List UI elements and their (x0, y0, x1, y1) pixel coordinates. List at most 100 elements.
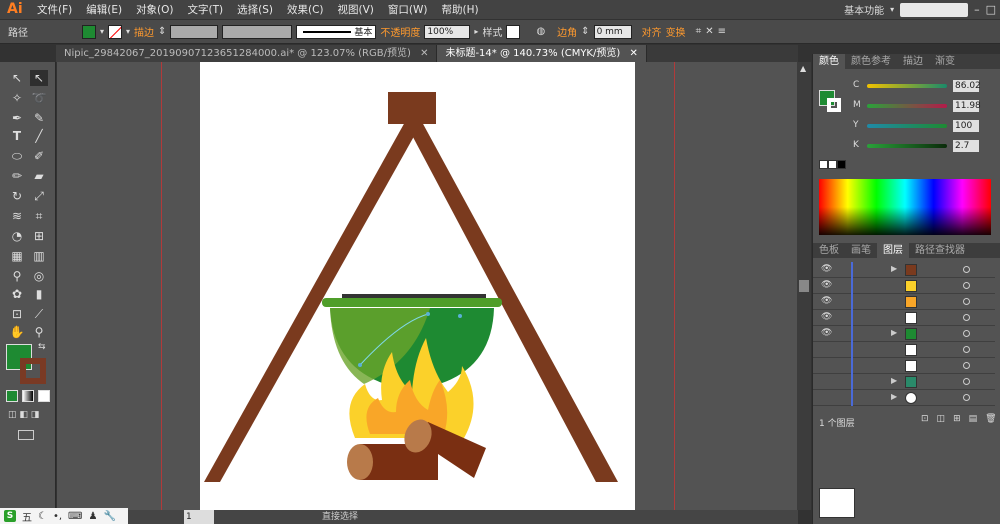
keyboard-icon[interactable]: ⌨ (68, 511, 82, 522)
ellipse-tool-icon[interactable]: ⬭ (8, 148, 26, 164)
new-layer-icon[interactable]: ▤ (969, 414, 978, 424)
menu-select[interactable]: 选择(S) (230, 2, 280, 17)
recolor-icon[interactable]: ◍ (536, 26, 545, 37)
workspace-switcher[interactable]: 基本功能 (844, 2, 884, 17)
menu-help[interactable]: 帮助(H) (435, 2, 486, 17)
panel-menu-icon[interactable]: ≡ (718, 26, 726, 37)
width-tool-icon[interactable]: ≋ (8, 208, 26, 224)
direct-selection-tool-icon[interactable]: ↖ (30, 70, 48, 86)
selection-tool-icon[interactable]: ↖ (8, 70, 26, 86)
skin-icon[interactable]: ♟ (88, 511, 97, 522)
menu-type[interactable]: 文字(T) (181, 2, 231, 17)
layer-row[interactable]: 👁 ▶ (813, 262, 995, 278)
menu-file[interactable]: 文件(F) (30, 2, 79, 17)
corner-stepper[interactable]: ⇕ (581, 26, 589, 37)
layer-row[interactable] (813, 358, 995, 374)
expand-icon[interactable]: ▶ (891, 376, 897, 385)
line-tool-icon[interactable]: ╱ (30, 128, 48, 144)
tab-swatches[interactable]: 色板 (813, 243, 845, 258)
tab-layers[interactable]: 图层 (877, 243, 909, 258)
paintbrush-tool-icon[interactable]: ✐ (30, 148, 48, 164)
symbol-sprayer-tool-icon[interactable]: ✿ (8, 286, 26, 302)
tab-pathfinder[interactable]: 路径查找器 (909, 243, 971, 258)
delete-icon[interactable]: 🗑 (985, 414, 996, 424)
yellow-value[interactable]: 100 (953, 120, 979, 132)
perspective-grid-tool-icon[interactable]: ⊞ (30, 228, 48, 244)
corner-radius-field[interactable]: 0 mm (593, 24, 632, 39)
color-spectrum[interactable] (819, 179, 991, 235)
panel-stroke-swatch[interactable] (827, 98, 841, 112)
menu-view[interactable]: 视图(V) (331, 2, 381, 17)
scroll-up-icon[interactable]: ▲ (800, 64, 806, 73)
lasso-tool-icon[interactable]: ➰ (30, 90, 48, 106)
expand-icon[interactable]: ▶ (891, 392, 897, 401)
stroke-label[interactable]: 描边 (134, 24, 154, 39)
fill-dropdown-icon[interactable]: ▾ (100, 27, 104, 36)
menu-window[interactable]: 窗口(W) (381, 2, 435, 17)
shape-builder-tool-icon[interactable]: ◔ (8, 228, 26, 244)
eyedropper-tool-icon[interactable]: ⚲ (8, 268, 26, 284)
expand-icon[interactable]: ▶ (891, 264, 897, 273)
stroke-weight-stepper[interactable]: ⇕ (158, 26, 166, 37)
layer-row[interactable]: 👁 (813, 278, 995, 294)
transform-link[interactable]: 变换 (666, 24, 686, 39)
close-x-icon[interactable]: ✕ (705, 26, 713, 37)
swap-fill-stroke-icon[interactable]: ⇆ (38, 342, 46, 352)
eraser-tool-icon[interactable]: ▰ (30, 168, 48, 184)
layer-row[interactable]: 👁 (813, 310, 995, 326)
column-graph-tool-icon[interactable]: ▮ (30, 286, 48, 302)
stroke-swatch[interactable] (108, 24, 123, 39)
screen-mode-icon[interactable] (18, 430, 34, 440)
layer-row[interactable]: ▶ (813, 390, 995, 406)
scroll-thumb[interactable] (799, 280, 809, 292)
hand-tool-icon[interactable]: ✋ (8, 324, 26, 340)
chevron-down-icon[interactable]: ▾ (890, 5, 894, 14)
menu-effect[interactable]: 效果(C) (280, 2, 331, 17)
free-transform-tool-icon[interactable]: ⌗ (30, 208, 48, 224)
slider-magenta[interactable]: M 11.98 (853, 100, 998, 114)
vertical-scrollbar[interactable]: ▲ (797, 62, 811, 510)
graphic-style-swatch[interactable] (506, 24, 521, 39)
eye-icon[interactable]: 👁 (821, 264, 832, 274)
eye-icon[interactable]: 👁 (821, 280, 832, 290)
close-icon[interactable]: ✕ (629, 48, 637, 59)
wrench-icon[interactable]: 🔧 (103, 511, 115, 522)
black-value[interactable]: 2.7 (953, 140, 979, 152)
opacity-field[interactable]: 100% (424, 24, 471, 39)
transparency-panel-preview[interactable] (819, 488, 855, 518)
moon-icon[interactable]: ☾ (38, 511, 47, 522)
align-link[interactable]: 对齐 (642, 24, 662, 39)
slider-black[interactable]: K 2.7 (853, 140, 998, 154)
color-mode-icon[interactable] (6, 390, 18, 402)
eye-icon[interactable]: 👁 (821, 296, 832, 306)
doc-tab-nipic[interactable]: Nipic_29842067_20190907123651284000.ai* … (56, 45, 438, 62)
menu-edit[interactable]: 编辑(E) (79, 2, 129, 17)
cyan-value[interactable]: 86.02 (953, 80, 981, 92)
rotate-tool-icon[interactable]: ↻ (8, 188, 26, 204)
artboard[interactable] (200, 62, 635, 510)
opacity-arrow-icon[interactable]: ▸ (474, 27, 478, 36)
maximize-icon[interactable]: □ (986, 3, 996, 16)
artboard-tool-icon[interactable]: ⊡ (8, 306, 26, 322)
tab-stroke[interactable]: 描边 (897, 54, 929, 69)
none-white-black-swatches[interactable] (819, 160, 846, 169)
pencil-tool-icon[interactable]: ✏ (8, 168, 26, 184)
search-input[interactable] (900, 2, 969, 17)
layer-row[interactable]: ▶ (813, 374, 995, 390)
menu-object[interactable]: 对象(O) (129, 2, 180, 17)
isolate-icon[interactable]: ⌗ (696, 26, 702, 37)
canvas-area[interactable] (57, 62, 797, 510)
layer-row-selected[interactable]: 👁 ▶ (813, 326, 995, 342)
stroke-style-dropdown[interactable]: 基本 (296, 24, 377, 39)
eye-icon[interactable]: 👁 (821, 312, 832, 322)
layer-row[interactable]: 👁 (813, 294, 995, 310)
campfire-pot-illustration[interactable] (200, 62, 635, 510)
tab-gradient[interactable]: 渐变 (929, 54, 961, 69)
layer-row[interactable] (813, 342, 995, 358)
type-tool-icon[interactable]: T (8, 128, 26, 144)
locate-object-icon[interactable]: ⊡ (921, 414, 929, 424)
tab-brushes[interactable]: 画笔 (845, 243, 877, 258)
none-mode-icon[interactable] (38, 390, 50, 402)
fill-swatch[interactable] (82, 24, 96, 39)
close-icon[interactable]: ✕ (420, 48, 428, 59)
